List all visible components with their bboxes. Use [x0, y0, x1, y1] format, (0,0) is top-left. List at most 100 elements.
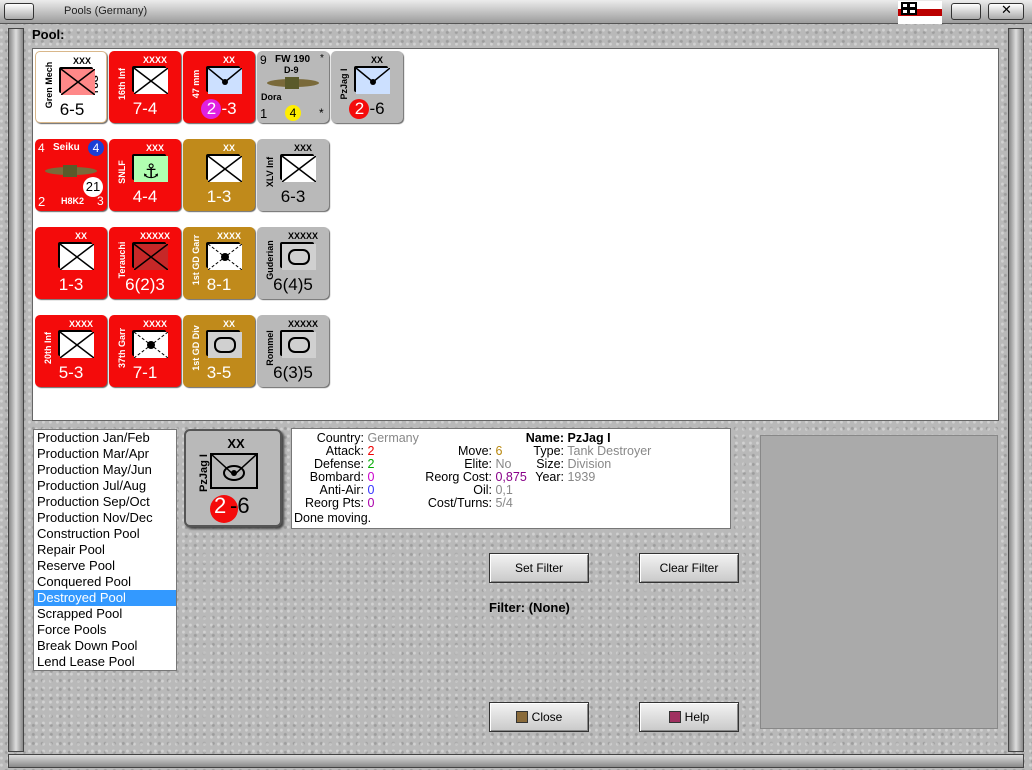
bombard-label: Bombard:	[309, 470, 364, 484]
oil-label: Oil:	[473, 483, 492, 497]
unit-image-area	[760, 435, 998, 729]
unit-size: XXX	[145, 143, 164, 153]
selected-unit-size: XX	[227, 436, 245, 451]
name-label: Name:	[525, 431, 564, 445]
unit-size: XXXXX	[287, 319, 318, 329]
pool-list-item[interactable]: Production Jan/Feb	[34, 430, 176, 446]
pool-list-item[interactable]: Force Pools	[34, 622, 176, 638]
unit-counter[interactable]: Gren Mech YUG XXX 6-5	[35, 51, 107, 123]
unit-counter[interactable]: XX 1-3	[35, 227, 107, 299]
aircraft-icon	[267, 77, 319, 89]
unit-strength: 7-4	[132, 99, 158, 118]
bottom-frame	[8, 754, 1024, 768]
unit-symbol-icon	[132, 330, 168, 358]
air-bottom-left: 2	[38, 194, 46, 209]
pool-list-item[interactable]: Production May/Jun	[34, 462, 176, 478]
reorg-pts-value: 0	[367, 496, 375, 510]
pool-list-item[interactable]: Production Nov/Dec	[34, 510, 176, 526]
door-icon	[515, 711, 528, 723]
unit-size: XXXX	[142, 319, 167, 329]
pool-area[interactable]: Gren Mech YUG XXX 6-5 16th Inf XXXX 7-4 47 mm XX…	[32, 48, 999, 421]
close-window-button[interactable]: ✕	[988, 3, 1024, 20]
pool-list[interactable]: Production Jan/Feb Production Mar/Apr Prod…	[33, 429, 177, 671]
help-button[interactable]: Help	[639, 702, 739, 732]
defense-value: 2	[367, 457, 375, 471]
minimize-button[interactable]	[951, 3, 981, 20]
system-menu-button[interactable]	[4, 3, 34, 20]
selected-unit-counter: PzJag I XX 2 -6	[184, 429, 282, 527]
air-circle-top: 4	[88, 140, 104, 156]
window-title: Pools (Germany)	[64, 5, 148, 17]
air-top-right: *	[320, 53, 324, 64]
unit-symbol-icon	[59, 67, 95, 95]
pool-list-item[interactable]: Scrapped Pool	[34, 606, 176, 622]
pool-list-item[interactable]: Destroyed Pool	[34, 590, 176, 606]
pool-list-item[interactable]: Construction Pool	[34, 526, 176, 542]
pool-list-item[interactable]: Production Mar/Apr	[34, 446, 176, 462]
reorg-cost-label: Reorg Cost:	[425, 470, 492, 484]
pool-list-item[interactable]: Reserve Pool	[34, 558, 176, 574]
unit-size: XX	[222, 319, 235, 329]
unit-counter[interactable]: PzJag I XX 2 -6	[331, 51, 403, 123]
pool-list-item[interactable]: Repair Pool	[34, 542, 176, 558]
unit-strength: 4-4	[132, 187, 158, 206]
unit-counter[interactable]: Rommel XXXXX 6(3)5	[257, 315, 329, 387]
unit-symbol-icon	[206, 154, 242, 182]
unit-counter[interactable]: Terauchi XXXXX 6(2)3	[109, 227, 181, 299]
unit-counter[interactable]: SNLF XXX ⚓ 4-4	[109, 139, 181, 211]
unit-counter[interactable]: 1st GD Div XX 3-5	[183, 315, 255, 387]
unit-size: XXXX	[216, 231, 241, 241]
unit-strength: 1-3	[58, 275, 84, 294]
unit-counter[interactable]: XX 1-3	[183, 139, 255, 211]
close-button[interactable]: Close	[489, 702, 589, 732]
set-filter-button[interactable]: Set Filter	[489, 553, 589, 583]
unit-counter[interactable]: 47 mm XX 2 -3	[183, 51, 255, 123]
unit-counter[interactable]: XLV Inf XXX 6-3	[257, 139, 329, 211]
unit-size: XX	[222, 55, 235, 65]
unit-size: XXXX	[68, 319, 93, 329]
unit-symbol-icon	[58, 330, 94, 358]
unit-symbol-icon	[280, 330, 316, 358]
air-unit-face: 4 Seiku 4 21 H8K2 2 3	[35, 139, 107, 211]
unit-strength: 6(4)5	[273, 275, 313, 294]
pool-list-item[interactable]: Conquered Pool	[34, 574, 176, 590]
year-value: 1939	[567, 470, 596, 484]
unit-size: XXX	[293, 143, 312, 153]
attack-value: 2	[367, 444, 375, 458]
unit-counter[interactable]: 16th Inf XXXX 7-4	[109, 51, 181, 123]
bombard-value: 0	[367, 470, 375, 484]
defense-label: Defense:	[313, 457, 364, 471]
pool-list-item[interactable]: Production Jul/Aug	[34, 478, 176, 494]
help-button-label: Help	[684, 710, 710, 724]
close-button-label: Close	[531, 710, 563, 724]
selected-unit-move: -6	[230, 493, 250, 518]
unit-counter[interactable]: 20th Inf XXXX 5-3	[35, 315, 107, 387]
clear-filter-button[interactable]: Clear Filter	[639, 553, 739, 583]
size-value: Division	[567, 457, 612, 471]
pool-list-item[interactable]: Break Down Pool	[34, 638, 176, 654]
unit-strength: 6-3	[280, 187, 306, 206]
unit-size: XXXXX	[139, 231, 170, 241]
oil-value: 0,1	[495, 483, 513, 497]
unit-counter[interactable]: 37th Garr XXXX 7-1	[109, 315, 181, 387]
unit-counter[interactable]: Guderian XXXXX 6(4)5	[257, 227, 329, 299]
antiair-label: Anti-Air:	[319, 483, 364, 497]
unit-strength: 8-1	[206, 275, 232, 294]
pool-list-item[interactable]: Production Sep/Oct	[34, 494, 176, 510]
unit-size: XX	[370, 55, 383, 65]
air-bottom-right: *	[319, 106, 324, 120]
air-bottom-right: 3	[97, 194, 104, 208]
unit-size: XX	[74, 231, 87, 241]
unit-info-panel: Country: Germany Attack: 2 Defense: 2 Bo…	[291, 428, 731, 529]
unit-symbol-icon	[206, 66, 242, 94]
unit-symbol-icon	[132, 242, 168, 270]
pool-list-item[interactable]: Lend Lease Pool	[34, 654, 176, 670]
unit-symbol-icon	[132, 66, 168, 94]
size-label: Size:	[536, 457, 564, 471]
unit-counter[interactable]: 9 FW 190 * D-9 Dora 1 4 *	[257, 51, 329, 123]
unit-strength: 3-5	[206, 363, 232, 382]
unit-counter[interactable]: 4 Seiku 4 21 H8K2 2 3	[35, 139, 107, 211]
svg-text:⚓: ⚓	[142, 159, 160, 182]
unit-counter[interactable]: 1st GD Garr XXXX 8-1	[183, 227, 255, 299]
close-icon: ✕	[1001, 3, 1012, 18]
